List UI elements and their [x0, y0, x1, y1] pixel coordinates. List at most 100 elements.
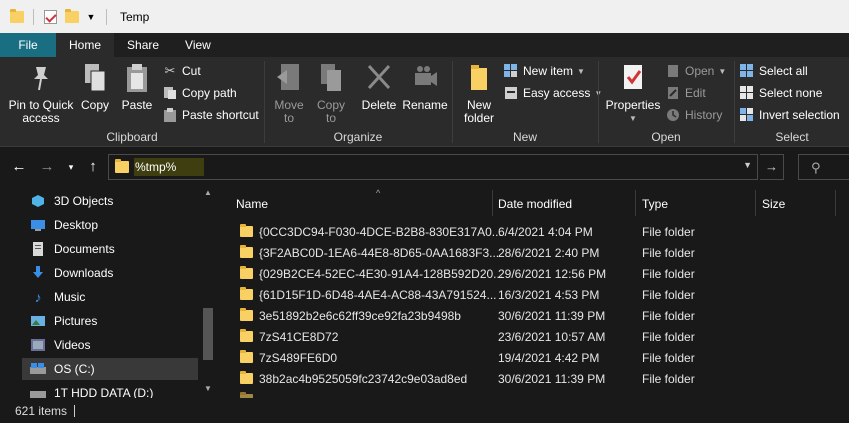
scroll-up-icon[interactable]: ▲ — [204, 188, 212, 197]
rename-icon — [409, 61, 441, 95]
copy-to-button[interactable]: Copy to — [313, 61, 349, 125]
file-name: 3e51892b2e6c62ff39ce92fa23b9498b — [259, 308, 461, 323]
customize-toolbar-dropdown[interactable]: ▼ — [85, 12, 97, 22]
column-header-name[interactable]: ^ Name — [236, 188, 492, 216]
easy-access-button[interactable]: Easy access ▼ — [503, 83, 602, 103]
title-bar: ▼ Temp — [0, 0, 849, 33]
paste-shortcut-icon — [162, 107, 178, 123]
move-to-button[interactable]: Move to — [269, 61, 309, 125]
paste-button[interactable]: Paste — [118, 61, 156, 112]
folder-icon — [240, 224, 253, 237]
new-item-button[interactable]: New item ▼ — [503, 61, 585, 81]
column-divider[interactable] — [835, 190, 836, 216]
table-row[interactable]: 3e51892b2e6c62ff39ce92fa23b9498b 30/6/20… — [216, 305, 849, 326]
properties-button[interactable]: Properties ▼ — [605, 61, 661, 125]
chevron-down-icon[interactable]: ▼ — [743, 160, 752, 170]
recent-locations-dropdown[interactable]: ▾ — [62, 158, 80, 176]
pin-to-quick-access-button[interactable]: Pin to Quick access — [6, 61, 76, 125]
paste-shortcut-label: Paste shortcut — [182, 108, 259, 122]
item-count: 621 items — [15, 403, 68, 418]
move-to-icon — [273, 61, 305, 95]
new-folder-quick-button[interactable] — [63, 8, 81, 26]
clipboard-group-label: Clipboard — [106, 130, 158, 144]
tab-share[interactable]: Share — [114, 33, 172, 57]
column-divider[interactable] — [492, 190, 493, 216]
table-row[interactable]: 38b2ac4b9525059fc23742c9e03ad8ed 30/6/20… — [216, 368, 849, 389]
file-type: File folder — [642, 308, 695, 323]
history-icon — [665, 107, 681, 123]
new-folder-label: New folder — [463, 98, 495, 125]
table-row[interactable]: 7zS489FE6D0 19/4/2021 4:42 PM File folde… — [216, 347, 849, 368]
table-row[interactable]: {0CC3DC94-F030-4DCE-B2B8-830E317A0... 6/… — [216, 221, 849, 242]
copy-path-button[interactable]: Copy path — [162, 83, 237, 103]
open-group: Properties ▼ Open ▼ Edit History Open — [599, 57, 733, 147]
properties-quick-button[interactable] — [41, 8, 59, 26]
folder-icon — [240, 287, 253, 300]
edit-button[interactable]: Edit — [665, 83, 706, 103]
nav-item-downloads[interactable]: Downloads — [30, 262, 113, 284]
column-divider[interactable] — [755, 190, 756, 216]
scrollbar-thumb[interactable] — [203, 308, 213, 360]
cut-button[interactable]: ✂ Cut — [162, 61, 201, 81]
rename-label: Rename — [402, 98, 448, 112]
copy-icon — [79, 61, 111, 95]
new-folder-button[interactable]: New folder — [459, 61, 499, 125]
address-bar[interactable]: ▼ — [108, 154, 758, 180]
table-row[interactable] — [216, 389, 849, 398]
column-header-label: Date modified — [498, 197, 573, 211]
table-row[interactable]: {3F2ABC0D-1EA6-44E8-8D65-0AA1683F3... 28… — [216, 242, 849, 263]
column-header-size[interactable]: Size — [762, 192, 832, 216]
music-icon: ♪ — [34, 289, 42, 305]
open-icon — [665, 63, 681, 79]
delete-label: Delete — [361, 98, 397, 112]
paste-shortcut-button[interactable]: Paste shortcut — [162, 105, 259, 125]
nav-item-pictures[interactable]: Pictures — [30, 310, 97, 332]
nav-pane-scrollbar[interactable]: ▲ ▼ — [201, 186, 215, 398]
column-header-label: Type — [642, 197, 669, 211]
table-row[interactable]: {029B2CE4-52EC-4E30-91A4-128B592D20... 2… — [216, 263, 849, 284]
delete-button[interactable]: Delete — [359, 61, 399, 112]
file-type: File folder — [642, 329, 695, 344]
file-date: 16/3/2021 4:53 PM — [498, 287, 600, 302]
forward-arrow-icon[interactable]: → — [38, 158, 56, 176]
folder-icon — [10, 8, 24, 23]
file-date: 6/4/2021 4:04 PM — [498, 224, 593, 239]
file-date: 30/6/2021 11:39 PM — [498, 308, 606, 323]
invert-selection-button[interactable]: Invert selection — [739, 105, 840, 125]
refresh-button[interactable]: → — [760, 154, 784, 180]
tab-home[interactable]: Home — [56, 33, 115, 57]
select-group-label: Select — [775, 130, 809, 144]
scroll-down-icon[interactable]: ▼ — [204, 384, 212, 393]
nav-item-os-c[interactable]: OS (C:) — [22, 358, 198, 380]
column-header-type[interactable]: Type — [642, 192, 754, 216]
clipboard-group: Pin to Quick access Copy Paste ✂ Cut Cop… — [0, 57, 264, 147]
tab-view[interactable]: View — [172, 33, 224, 57]
select-all-button[interactable]: Select all — [739, 61, 808, 81]
history-label: History — [685, 108, 723, 122]
nav-item-3d-objects[interactable]: 3D Objects — [30, 190, 113, 212]
nav-item-music[interactable]: ♪ Music — [30, 286, 86, 308]
table-row[interactable]: 7zS41CE8D72 23/6/2021 10:57 AM File fold… — [216, 326, 849, 347]
select-none-button[interactable]: Select none — [739, 83, 822, 103]
easy-access-icon — [503, 85, 519, 101]
select-all-label: Select all — [759, 64, 808, 78]
column-divider[interactable] — [635, 190, 636, 216]
file-date: 28/6/2021 2:40 PM — [498, 245, 600, 260]
column-header-date-modified[interactable]: Date modified — [498, 192, 634, 216]
drive-icon — [30, 361, 46, 377]
nav-item-documents[interactable]: Documents — [30, 238, 115, 260]
history-button[interactable]: History — [665, 105, 722, 125]
tab-file[interactable]: File — [0, 33, 56, 57]
up-arrow-icon[interactable]: ↑ — [84, 158, 102, 176]
address-input[interactable] — [113, 157, 513, 177]
quick-access-toolbar: ▼ — [0, 0, 114, 33]
rename-button[interactable]: Rename — [402, 61, 448, 112]
nav-item-videos[interactable]: Videos — [30, 334, 90, 356]
nav-item-desktop[interactable]: Desktop — [30, 214, 98, 236]
copy-button[interactable]: Copy — [78, 61, 112, 112]
table-row[interactable]: {61D15F1D-6D48-4AE4-AC88-43A791524... 16… — [216, 284, 849, 305]
nav-item-label: Videos — [54, 338, 91, 352]
open-button[interactable]: Open ▼ — [665, 61, 726, 81]
search-input[interactable]: ⚲ — [798, 154, 849, 180]
back-arrow-icon[interactable]: ← — [10, 158, 28, 176]
